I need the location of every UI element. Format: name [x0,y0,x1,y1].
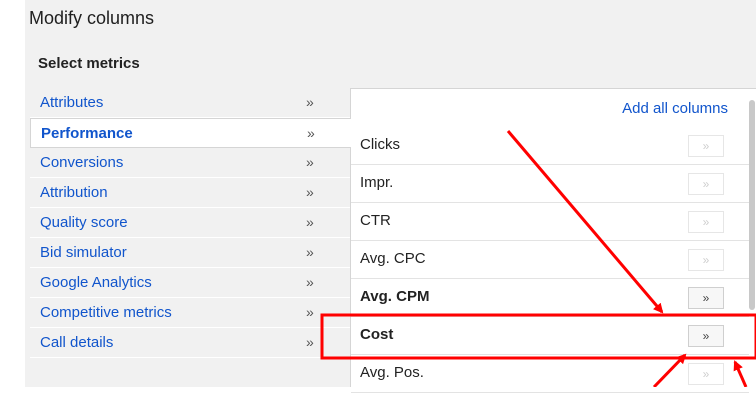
category-performance[interactable]: Performance » [30,118,351,148]
annotation-arrow [733,360,748,387]
chevron-right-icon: » [307,125,315,141]
annotation-overlay [320,130,756,387]
annotation-arrow [506,130,664,314]
highlight-box [320,313,756,360]
category-label: Performance [41,125,133,142]
annotation-arrow [652,353,687,387]
